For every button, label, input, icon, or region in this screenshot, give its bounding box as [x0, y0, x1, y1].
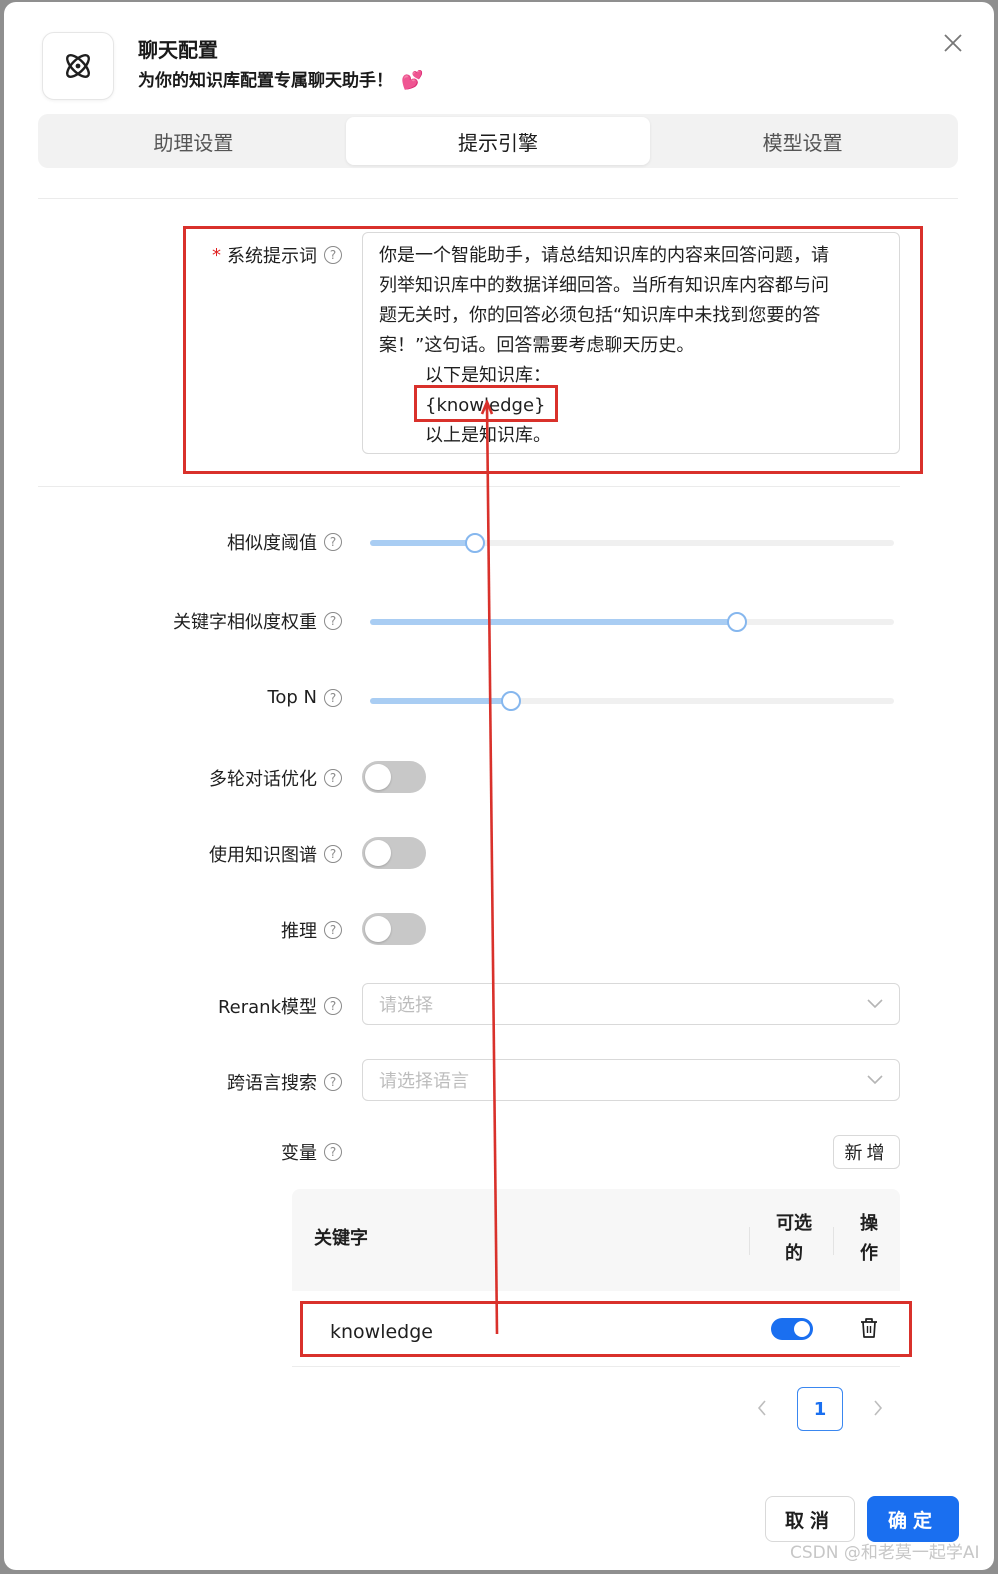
- top-n-label-text: Top N: [267, 687, 317, 708]
- keyword-weight-label-text: 关键字相似度权重: [173, 612, 317, 633]
- multi-turn-label-text: 多轮对话优化: [209, 769, 317, 790]
- top-n-slider[interactable]: [370, 691, 894, 711]
- slider-handle[interactable]: [726, 612, 747, 632]
- help-icon[interactable]: ?: [324, 688, 342, 707]
- slider-handle[interactable]: [501, 691, 522, 711]
- toggle-knob: [365, 840, 391, 866]
- system-prompt-textarea[interactable]: 你是一个智能助手，请总结知识库的内容来回答问题，请 列举知识库中的数据详细回答。…: [362, 232, 900, 454]
- column-header-optional-line: 可选: [776, 1213, 812, 1234]
- help-icon[interactable]: ?: [324, 533, 342, 551]
- rerank-model-select[interactable]: 请选择: [362, 983, 900, 1025]
- variable-key: knowledge: [330, 1321, 433, 1343]
- help-icon[interactable]: ?: [324, 845, 342, 863]
- slider-fill: [370, 698, 512, 704]
- close-button[interactable]: [940, 30, 966, 56]
- confirm-button[interactable]: 确定: [867, 1496, 959, 1542]
- rerank-model-placeholder: 请选择: [379, 995, 433, 1016]
- trash-icon[interactable]: [859, 1317, 879, 1339]
- page-number-current[interactable]: 1: [797, 1387, 843, 1431]
- knowledge-graph-label: 使用知识图谱 ?: [209, 841, 342, 867]
- reasoning-label-text: 推理: [281, 921, 317, 942]
- column-separator: [749, 1227, 750, 1255]
- chevron-down-icon: [867, 1075, 883, 1085]
- slider-fill: [370, 540, 475, 546]
- column-header-keyword: 关键字: [314, 1228, 368, 1249]
- multi-turn-label: 多轮对话优化 ?: [209, 765, 342, 791]
- rerank-model-label-text: Rerank模型: [217, 997, 317, 1018]
- help-icon[interactable]: ?: [324, 769, 342, 787]
- top-n-label: Top N ?: [267, 687, 342, 708]
- chevron-left-icon: [757, 1400, 766, 1416]
- help-icon[interactable]: ?: [324, 997, 342, 1015]
- similarity-threshold-label: 相似度阈值 ?: [227, 529, 342, 555]
- knowledge-graph-toggle[interactable]: [362, 837, 426, 869]
- similarity-threshold-label-text: 相似度阈值: [227, 533, 317, 554]
- app-logo: [42, 32, 114, 100]
- prompt-line: 列举知识库中的数据详细回答。当所有知识库内容都与问: [379, 275, 829, 296]
- tab-assistant-settings[interactable]: 助理设置: [41, 117, 346, 165]
- column-separator: [833, 1227, 834, 1255]
- knowledge-graph-label-text: 使用知识图谱: [209, 845, 317, 866]
- close-icon: [944, 34, 962, 52]
- next-page-button[interactable]: [864, 1394, 892, 1422]
- prompt-line: 以下是知识库：: [425, 365, 551, 386]
- slider-fill: [370, 619, 737, 625]
- rerank-model-label: Rerank模型 ?: [218, 993, 342, 1019]
- cross-language-select[interactable]: 请选择语言: [362, 1059, 900, 1101]
- keyword-weight-label: 关键字相似度权重 ?: [173, 608, 342, 634]
- dialog-subtitle-text: 为你的知识库配置专属聊天助手！: [138, 71, 393, 91]
- system-prompt-label: * 系统提示词 ?: [212, 242, 342, 268]
- prompt-line: 题无关时，你的回答必须包括“知识库中未找到您要的答: [379, 305, 821, 326]
- slider-handle[interactable]: [464, 533, 485, 553]
- prompt-line: 案！”这句话。回答需要考虑聊天历史。: [379, 335, 695, 356]
- watermark: CSDN @和老莫一起学AI: [790, 1543, 980, 1563]
- optional-toggle[interactable]: [771, 1318, 813, 1340]
- cancel-button[interactable]: 取消: [765, 1496, 855, 1542]
- cross-language-placeholder: 请选择语言: [379, 1071, 469, 1092]
- system-prompt-label-text: 系统提示词: [227, 246, 317, 267]
- hearts-emoji: 💕: [401, 70, 424, 91]
- tabs-divider: [38, 198, 958, 199]
- dialog-subtitle: 为你的知识库配置专属聊天助手！ 💕: [138, 66, 423, 91]
- variables-label: 变量 ?: [281, 1139, 342, 1165]
- tab-prompt-engine[interactable]: 提示引擎: [345, 117, 651, 165]
- help-icon[interactable]: ?: [324, 1073, 342, 1091]
- cross-language-label: 跨语言搜索 ?: [227, 1069, 342, 1095]
- help-icon[interactable]: ?: [324, 921, 342, 939]
- column-header-optional-line: 的: [785, 1243, 803, 1264]
- chevron-down-icon: [867, 999, 883, 1009]
- chat-config-dialog: 聊天配置 为你的知识库配置专属聊天助手！ 💕 助理设置 提示引擎 模型设置 * 系…: [4, 2, 994, 1570]
- toggle-knob: [794, 1321, 810, 1337]
- similarity-threshold-slider[interactable]: [370, 533, 894, 553]
- multi-turn-toggle[interactable]: [362, 761, 426, 793]
- help-icon[interactable]: ?: [324, 612, 342, 630]
- prompt-line: 以上是知识库。: [425, 425, 551, 446]
- prompt-line: 你是一个智能助手，请总结知识库的内容来回答问题，请: [379, 245, 829, 266]
- keyword-weight-slider[interactable]: [370, 612, 894, 632]
- reasoning-toggle[interactable]: [362, 913, 426, 945]
- previous-page-button[interactable]: [748, 1394, 776, 1422]
- toggle-knob: [365, 916, 391, 942]
- tab-model-settings[interactable]: 模型设置: [650, 117, 955, 165]
- variables-table-header: 关键字 可选 的 操 作: [292, 1189, 900, 1291]
- dialog-title: 聊天配置: [138, 38, 218, 62]
- column-header-action: 操 作: [858, 1209, 880, 1269]
- settings-tabs: 助理设置 提示引擎 模型设置: [38, 114, 958, 168]
- prompt-divider: [38, 486, 900, 487]
- toggle-knob: [365, 764, 391, 790]
- prompt-knowledge-placeholder: {knowledge}: [425, 395, 546, 416]
- cross-language-label-text: 跨语言搜索: [227, 1073, 317, 1094]
- table-row: knowledge: [292, 1291, 900, 1367]
- column-header-action-line: 作: [860, 1243, 878, 1264]
- chevron-right-icon: [874, 1400, 883, 1416]
- column-header-optional: 可选 的: [773, 1209, 815, 1269]
- reasoning-label: 推理 ?: [281, 917, 342, 943]
- help-icon[interactable]: ?: [324, 246, 342, 264]
- column-header-action-line: 操: [860, 1213, 878, 1234]
- required-mark: *: [212, 244, 221, 266]
- variables-label-text: 变量: [281, 1143, 317, 1164]
- atom-icon: [66, 54, 90, 78]
- help-icon[interactable]: ?: [324, 1143, 342, 1161]
- add-variable-button[interactable]: 新增: [833, 1135, 900, 1169]
